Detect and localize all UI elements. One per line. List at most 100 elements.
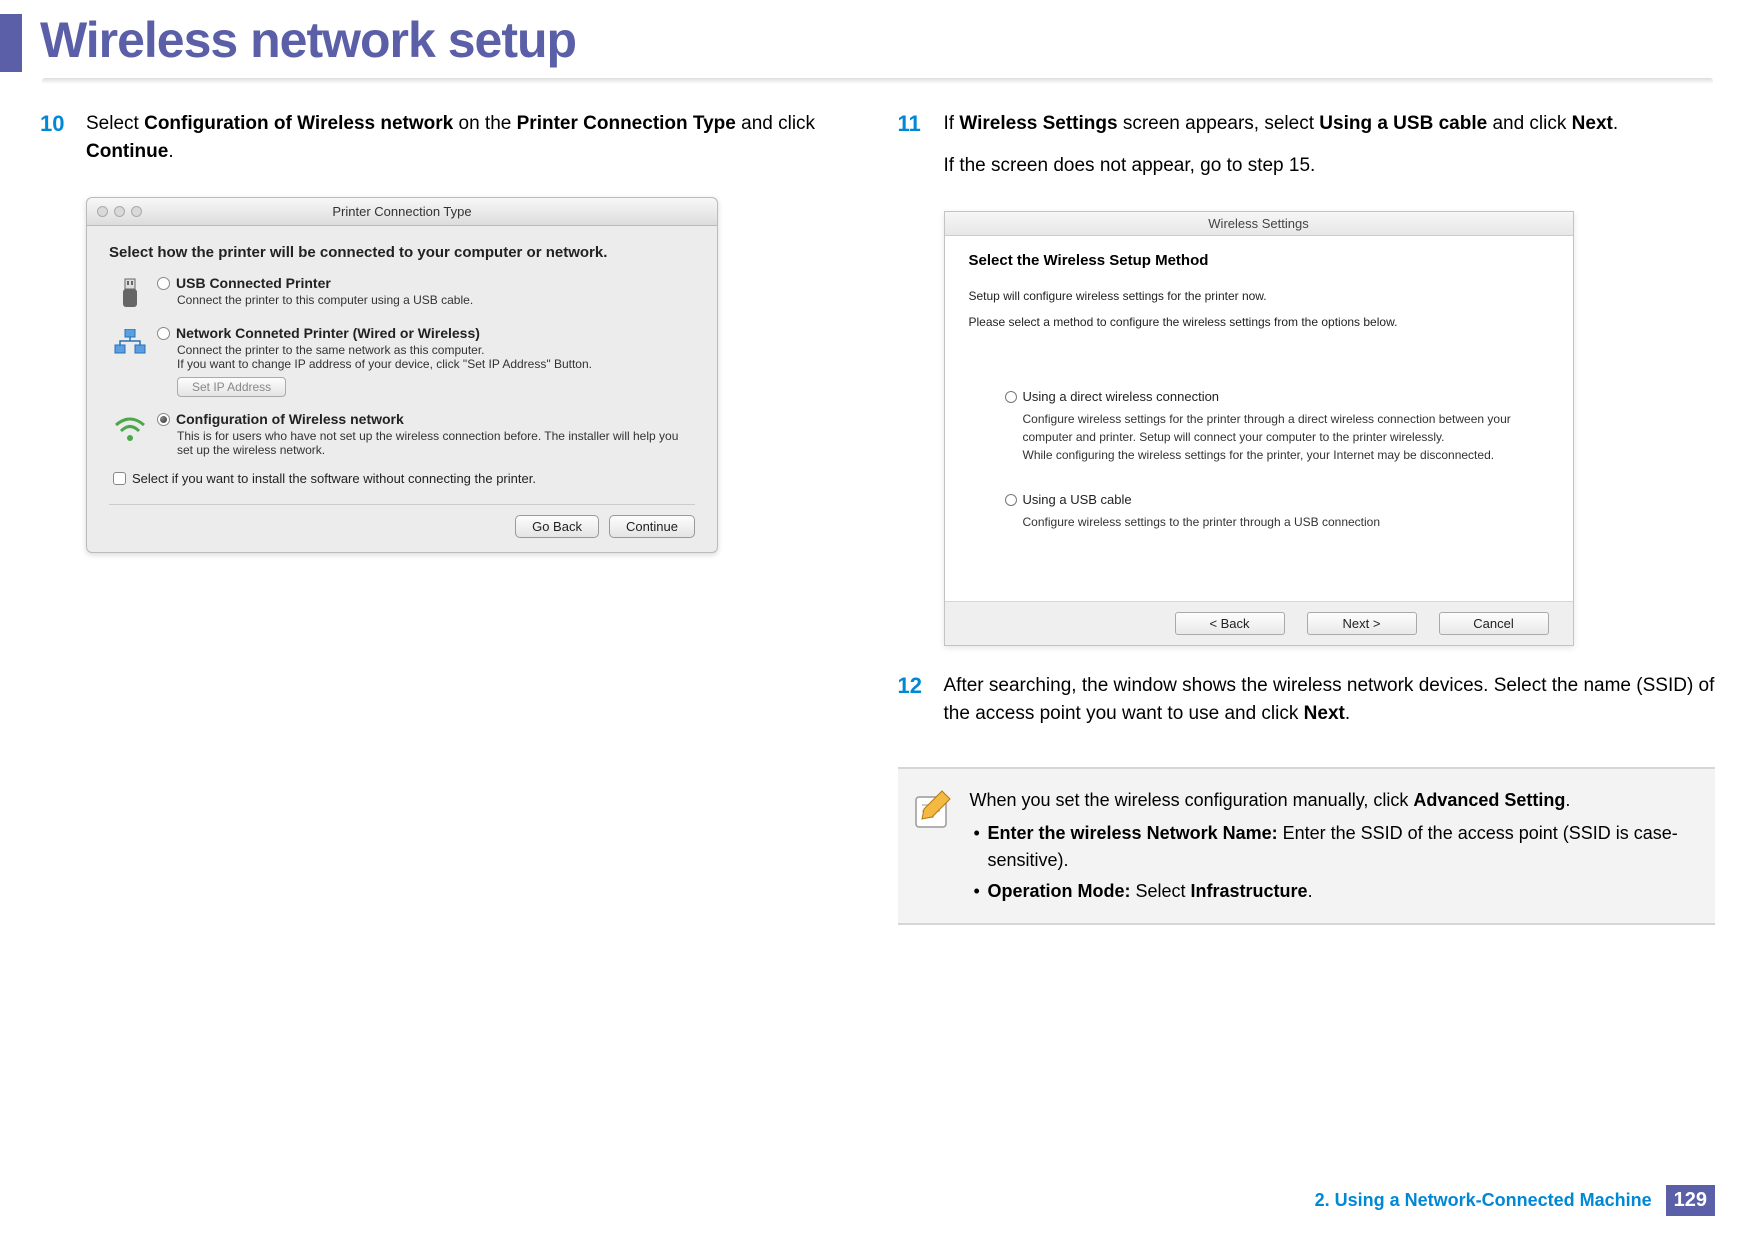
text: and click (736, 113, 815, 134)
bold-text: Configuration of Wireless network (144, 113, 453, 134)
option-label: Configuration of Wireless network (176, 411, 404, 427)
dialog-body: Select how the printer will be connected… (87, 226, 717, 552)
wireless-settings-dialog: Wireless Settings Select the Wireless Se… (944, 211, 1574, 646)
option-direct-wireless: Using a direct wireless connection Confi… (1005, 389, 1549, 464)
option-label: Using a USB cable (1023, 492, 1132, 507)
checkbox-icon (113, 472, 126, 485)
dialog-title: Wireless Settings (945, 212, 1573, 236)
step-body: Select Configuration of Wireless network… (86, 110, 858, 179)
option-desc: Connect the printer to the same network … (177, 343, 695, 371)
step-number: 12 (898, 672, 944, 741)
bold-text: Continue (86, 141, 168, 162)
continue-button[interactable]: Continue (609, 515, 695, 538)
page-number: 129 (1666, 1185, 1715, 1216)
step-11-line2: If the screen does not appear, go to ste… (944, 152, 1619, 180)
step-12: 12 After searching, the window shows the… (898, 672, 1716, 741)
printer-connection-dialog: Printer Connection Type Select how the p… (86, 197, 718, 553)
content-columns: 10 Select Configuration of Wireless netw… (0, 80, 1755, 925)
radio-icon (157, 277, 170, 290)
radio-usb-cable[interactable]: Using a USB cable (1005, 492, 1549, 507)
option-desc: Configure wireless settings for the prin… (1023, 410, 1549, 446)
dialog-footer: Go Back Continue (109, 504, 695, 538)
text: . (168, 141, 173, 162)
next-button[interactable]: Next > (1307, 612, 1417, 635)
text: and click (1487, 113, 1571, 134)
step-body: After searching, the window shows the wi… (944, 672, 1716, 741)
set-ip-button[interactable]: Set IP Address (177, 377, 286, 397)
dialog-body: Select the Wireless Setup Method Setup w… (945, 236, 1573, 601)
option-desc: Connect the printer to this computer usi… (177, 293, 695, 307)
dialog-title: Printer Connection Type (87, 204, 717, 219)
install-without-connect-checkbox[interactable]: Select if you want to install the softwa… (113, 471, 695, 486)
bold-text: Next (1304, 703, 1345, 724)
radio-icon (1005, 391, 1017, 403)
bold-text: Advanced Setting (1413, 790, 1565, 810)
step-number: 11 (898, 110, 944, 193)
radio-usb-printer[interactable]: USB Connected Printer (157, 275, 695, 291)
option-label: Using a direct wireless connection (1023, 389, 1220, 404)
right-column: 11 If Wireless Settings screen appears, … (898, 110, 1716, 925)
note-bullet: Enter the wireless Network Name: Enter t… (970, 820, 1696, 874)
usb-icon (113, 277, 147, 311)
radio-network-printer[interactable]: Network Conneted Printer (Wired or Wirel… (157, 325, 695, 341)
option-wireless-config: Configuration of Wireless network This i… (113, 411, 695, 457)
radio-icon (157, 327, 170, 340)
go-back-button[interactable]: Go Back (515, 515, 599, 538)
option-network-printer: Network Conneted Printer (Wired or Wirel… (113, 325, 695, 397)
option-desc: Configure wireless settings to the print… (1023, 513, 1549, 531)
note-icon (912, 787, 956, 831)
dialog-footer: < Back Next > Cancel (945, 601, 1573, 645)
header-divider (42, 78, 1713, 84)
bold-text: Wireless Settings (959, 113, 1117, 134)
bold-text: Operation Mode: (988, 881, 1131, 901)
text: on the (453, 113, 516, 134)
text: screen appears, select (1118, 113, 1320, 134)
option-label: Network Conneted Printer (Wired or Wirel… (176, 325, 480, 341)
bold-text: Enter the wireless Network Name: (988, 823, 1278, 843)
step-number: 10 (40, 110, 86, 179)
checkbox-label: Select if you want to install the softwa… (132, 471, 536, 486)
page-title: Wireless network setup (40, 11, 576, 69)
radio-wireless-config[interactable]: Configuration of Wireless network (157, 411, 695, 427)
text: Select (86, 113, 144, 134)
radio-direct-wireless[interactable]: Using a direct wireless connection (1005, 389, 1549, 404)
text: . (1308, 881, 1313, 901)
option-usb-cable: Using a USB cable Configure wireless set… (1005, 492, 1549, 531)
dialog-heading: Select how the printer will be connected… (109, 244, 695, 261)
step-body: If Wireless Settings screen appears, sel… (944, 110, 1619, 193)
option-usb-printer: USB Connected Printer Connect the printe… (113, 275, 695, 311)
step-11: 11 If Wireless Settings screen appears, … (898, 110, 1716, 193)
left-column: 10 Select Configuration of Wireless netw… (40, 110, 858, 925)
note-text: When you set the wireless configuration … (970, 787, 1696, 905)
text: Select (1131, 881, 1191, 901)
bold-text: Printer Connection Type (517, 113, 736, 134)
text: . (1565, 790, 1570, 810)
option-desc: This is for users who have not set up th… (177, 429, 695, 457)
text: When you set the wireless configuration … (970, 790, 1414, 810)
radio-icon-checked (157, 413, 170, 426)
option-desc: While configuring the wireless settings … (1023, 446, 1549, 464)
bold-text: Using a USB cable (1319, 113, 1487, 134)
back-button[interactable]: < Back (1175, 612, 1285, 635)
bold-text: Next (1572, 113, 1613, 134)
note-bullet: Operation Mode: Select Infrastructure. (970, 878, 1696, 905)
dialog-subtext: Please select a method to configure the … (969, 315, 1549, 329)
step-10: 10 Select Configuration of Wireless netw… (40, 110, 858, 179)
text: If (944, 113, 960, 134)
footer-chapter: 2. Using a Network-Connected Machine (1315, 1190, 1652, 1211)
dialog-subtext: Setup will configure wireless settings f… (969, 289, 1549, 303)
text: . (1345, 703, 1350, 724)
option-label: USB Connected Printer (176, 275, 331, 291)
text: . (1613, 113, 1618, 134)
header-accent-bar (0, 14, 22, 72)
network-icon (113, 327, 147, 361)
bold-text: Infrastructure (1191, 881, 1308, 901)
wifi-icon (113, 413, 147, 447)
note-box: When you set the wireless configuration … (898, 767, 1716, 925)
dialog-heading: Select the Wireless Setup Method (969, 252, 1549, 269)
dialog-titlebar: Printer Connection Type (87, 198, 717, 226)
page-header: Wireless network setup (0, 0, 1755, 80)
cancel-button[interactable]: Cancel (1439, 612, 1549, 635)
page-footer: 2. Using a Network-Connected Machine 129 (1315, 1185, 1715, 1216)
radio-icon (1005, 494, 1017, 506)
